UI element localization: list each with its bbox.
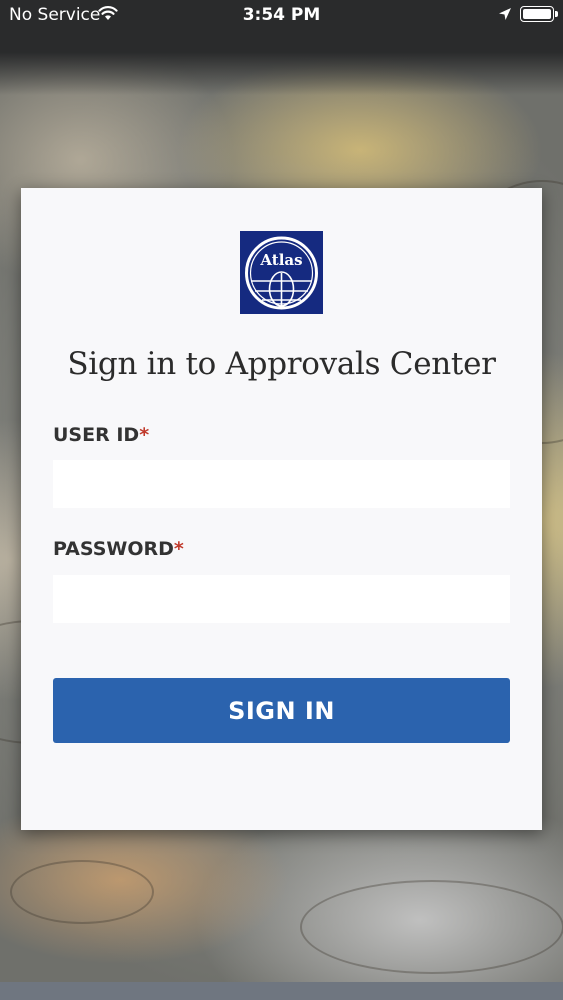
atlas-logo: Atlas xyxy=(240,231,323,314)
required-marker: * xyxy=(139,424,150,446)
sign-in-button[interactable]: SIGN IN xyxy=(53,678,510,743)
user-id-label: USER ID* xyxy=(53,424,149,446)
user-id-label-text: USER ID xyxy=(53,424,140,446)
status-time: 3:54 PM xyxy=(242,5,321,25)
location-arrow-icon xyxy=(497,6,513,22)
login-card: Atlas Sign in to Approvals Center USER I… xyxy=(21,188,542,830)
password-label: PASSWORD* xyxy=(53,538,184,560)
battery-icon xyxy=(520,6,558,22)
logo-text: Atlas xyxy=(259,251,302,269)
page-title: Sign in to Approvals Center xyxy=(67,346,496,382)
required-marker: * xyxy=(173,538,184,560)
user-id-input[interactable] xyxy=(53,460,510,508)
password-input[interactable] xyxy=(53,575,510,623)
status-bar: No Service 3:54 PM xyxy=(0,0,563,30)
password-label-text: PASSWORD xyxy=(53,538,174,560)
